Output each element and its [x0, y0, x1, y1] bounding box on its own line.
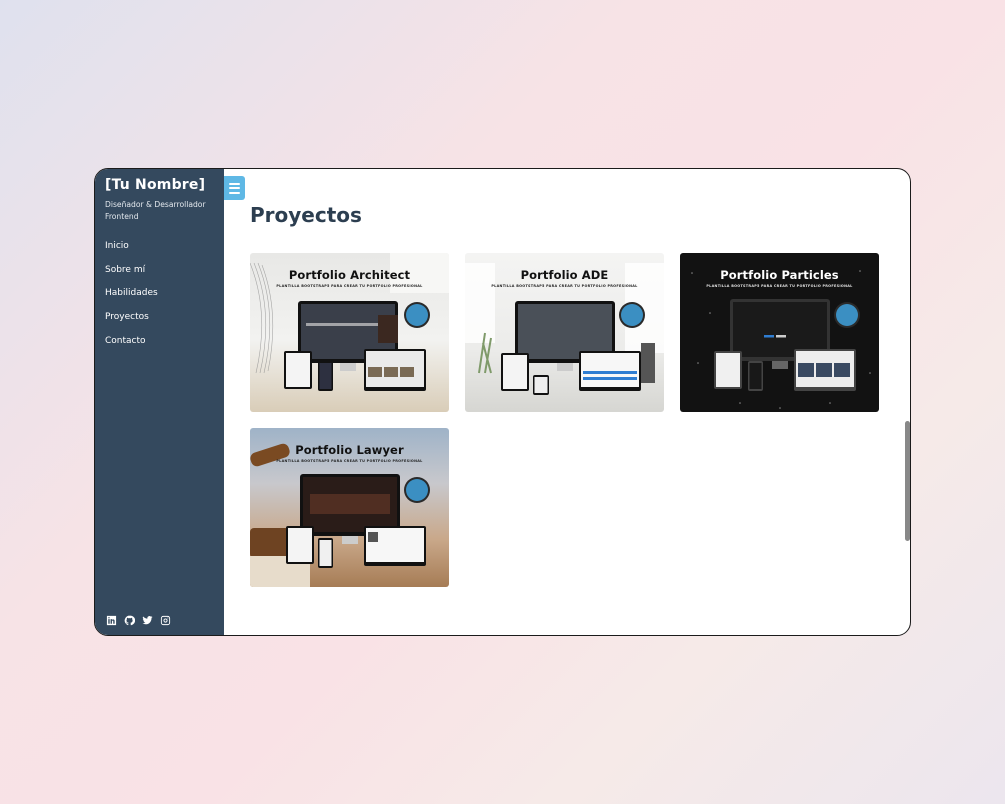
nav-item-proyectos[interactable]: Proyectos — [105, 310, 214, 334]
vertical-scrollbar[interactable] — [905, 421, 910, 541]
social-links — [105, 614, 171, 626]
hamburger-line — [229, 191, 240, 194]
brand-subtitle: Diseñador & Desarrollador Frontend — [105, 200, 206, 221]
project-subtitle: PLANTILLA BOOTSTRAP5 PARA CREAR TU PORTF… — [706, 284, 853, 288]
github-icon[interactable] — [123, 614, 135, 626]
linkedin-icon[interactable] — [105, 614, 117, 626]
brand-name[interactable]: [Tu Nombre] — [105, 177, 214, 193]
project-title: Portfolio Particles — [720, 268, 839, 282]
project-title: Portfolio Architect — [288, 268, 411, 282]
project-subtitle: PLANTILLA BOOTSTRAP5 PARA CREAR TU PORTF… — [491, 284, 638, 288]
nav-item-contacto[interactable]: Contacto — [105, 334, 214, 358]
hamburger-line — [229, 187, 240, 189]
page-title: Proyectos — [250, 203, 362, 227]
project-title: Portfolio ADE — [520, 268, 609, 282]
instagram-icon[interactable] — [159, 614, 171, 626]
project-subtitle: PLANTILLA BOOTSTRAP5 PARA CREAR TU PORTF… — [276, 284, 423, 288]
nav-item-inicio[interactable]: Inicio — [105, 239, 214, 263]
menu-toggle-button[interactable] — [224, 176, 245, 200]
project-subtitle: PLANTILLA BOOTSTRAP5 PARA CREAR TU PORTF… — [276, 459, 423, 463]
sidebar: [Tu Nombre] Diseñador & Desarrollador Fr… — [95, 169, 224, 635]
project-title: Portfolio Lawyer — [295, 443, 404, 457]
nav-item-habilidades[interactable]: Habilidades — [105, 286, 214, 310]
app-window: [Tu Nombre] Diseñador & Desarrollador Fr… — [94, 168, 911, 636]
project-card-ade[interactable]: Portfolio ADE PLANTILLA BOOTSTRAP5 PARA … — [465, 253, 664, 412]
project-card-particles[interactable]: Portfolio Particles PLANTILLA BOOTSTRAP5… — [680, 253, 879, 412]
nav-item-sobre-mi[interactable]: Sobre mí — [105, 263, 214, 287]
hamburger-line — [229, 182, 240, 185]
main-content: Proyectos Portfolio Architect PLANTILLA … — [224, 169, 910, 635]
project-card-architect[interactable]: Portfolio Architect PLANTILLA BOOTSTRAP5… — [250, 253, 449, 412]
project-card-lawyer[interactable]: Portfolio Lawyer PLANTILLA BOOTSTRAP5 PA… — [250, 428, 449, 587]
twitter-icon[interactable] — [141, 614, 153, 626]
sidebar-nav: Inicio Sobre mí Habilidades Proyectos Co… — [105, 239, 214, 357]
